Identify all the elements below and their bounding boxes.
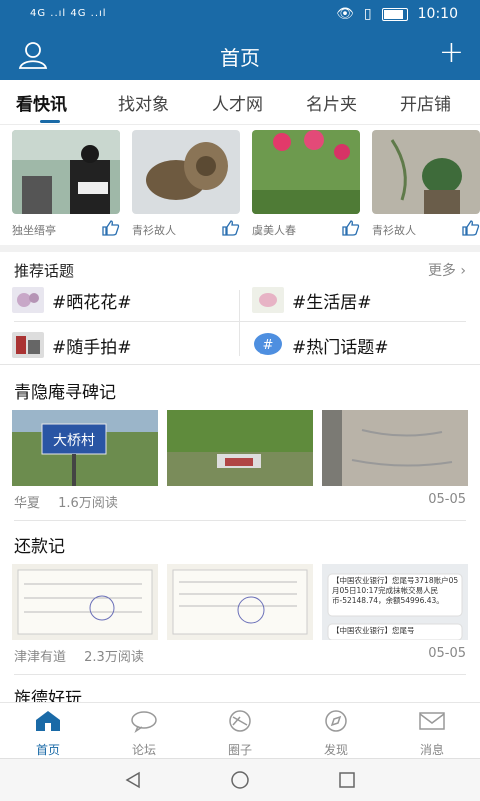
article-reads: 2.3万阅读	[84, 650, 144, 665]
topic-label: #晒花花#	[52, 292, 132, 313]
system-nav-bar	[0, 758, 480, 801]
photo-author: 青衫故人	[132, 224, 176, 237]
photo-card[interactable]: 独坐缙亭	[12, 130, 120, 240]
tab-jobs[interactable]: 人才网	[212, 90, 263, 115]
nav-label: 消息	[419, 743, 444, 757]
nav-label: 圈子	[227, 743, 252, 757]
page-title: 首页	[220, 46, 260, 70]
thumbs-up-icon[interactable]	[102, 220, 120, 236]
photo-card[interactable]: 虞美人春	[252, 130, 360, 240]
article-images: 大桥村	[12, 410, 468, 486]
signal-indicator: 4G ..ıl 4G ..ıl	[30, 8, 107, 19]
topic-row-divider	[14, 321, 466, 322]
nav-circle[interactable]: 圈子	[192, 709, 288, 758]
photo-author: 青衫故人	[372, 224, 416, 237]
article-item[interactable]: 青隐庵寻碑记 大桥村 华夏 1.6万阅读 05-05	[0, 366, 480, 520]
topic-thumbnail	[252, 287, 284, 313]
thumbs-up-icon[interactable]	[342, 220, 360, 236]
tab-bar: 看快讯 找对象 人才网 名片夹 开店铺	[0, 80, 480, 125]
photo-author: 独坐缙亭	[12, 224, 56, 237]
tab-dating[interactable]: 找对象	[118, 90, 169, 115]
photo-strip: 独坐缙亭 青衫故人 虞美人春 青衫故人	[0, 126, 480, 244]
sms-text: 【中国农业银行】您尾号	[332, 626, 415, 635]
compass-icon	[325, 710, 347, 732]
photo-thumbnail[interactable]	[372, 130, 480, 214]
topic-thumbnail	[12, 287, 44, 313]
article-image[interactable]	[322, 410, 468, 486]
bottom-nav: 首页 论坛 圈子 发现 消息	[0, 702, 480, 759]
nav-home[interactable]: 首页	[0, 709, 96, 758]
article-image[interactable]: 大桥村	[12, 410, 158, 486]
photo-card[interactable]: 青衫故人	[132, 130, 240, 240]
status-bar: 4G ..ıl 4G ..ıl 👁 ▯ 10:10	[0, 0, 480, 30]
nav-label: 首页	[35, 743, 60, 757]
photo-card[interactable]: 青衫故人	[372, 130, 480, 240]
more-link[interactable]: 更多 ›	[428, 260, 466, 280]
article-item[interactable]: 旌德好玩	[0, 674, 480, 702]
hashtag-icon: #	[252, 332, 284, 358]
home-button-icon[interactable]	[230, 771, 250, 789]
tab-indicator	[40, 120, 60, 123]
topic-label: #热门话题#	[292, 337, 389, 358]
tab-cards[interactable]: 名片夹	[306, 90, 357, 115]
article-author: 华夏	[14, 496, 41, 511]
topic-item[interactable]: #随手拍#	[12, 332, 132, 358]
circle-icon	[229, 710, 251, 732]
photo-author: 虞美人春	[252, 224, 296, 237]
nav-messages[interactable]: 消息	[384, 709, 480, 758]
article-image[interactable]	[12, 564, 158, 640]
article-reads: 1.6万阅读	[58, 496, 118, 511]
sms-text: 【中国农业银行】您尾号3718账户05月05日10:17完成抹帐交易人民币-52…	[332, 576, 459, 605]
photo-thumbnail[interactable]	[132, 130, 240, 214]
thumbs-up-icon[interactable]	[462, 220, 480, 236]
topic-item[interactable]: #生活居#	[252, 287, 372, 313]
svg-text:#: #	[263, 338, 274, 353]
nav-label: 论坛	[131, 743, 156, 757]
topic-thumbnail	[12, 332, 44, 358]
article-title[interactable]: 还款记	[14, 532, 65, 557]
photo-thumbnail[interactable]	[12, 130, 120, 214]
article-date: 05-05	[428, 646, 466, 661]
article-images: 【中国农业银行】您尾号3718账户05月05日10:17完成抹帐交易人民币-52…	[12, 564, 468, 640]
chat-bubble-icon	[131, 711, 157, 733]
topic-label: #随手拍#	[52, 337, 132, 358]
article-title[interactable]: 旌德好玩	[14, 684, 82, 702]
clock: 10:10	[417, 6, 458, 22]
article-image[interactable]: 【中国农业银行】您尾号3718账户05月05日10:17完成抹帐交易人民币-52…	[322, 564, 468, 640]
article-date: 05-05	[428, 492, 466, 507]
article-title[interactable]: 青隐庵寻碑记	[14, 378, 116, 403]
topic-item[interactable]: # #热门话题#	[252, 332, 389, 358]
section-divider	[0, 364, 480, 365]
nav-discover[interactable]: 发现	[288, 709, 384, 758]
battery-icon	[381, 7, 408, 21]
article-image[interactable]	[167, 564, 313, 640]
back-icon[interactable]	[124, 771, 142, 789]
section-divider	[0, 245, 480, 252]
sign-text: 大桥村	[53, 433, 95, 449]
nav-forum[interactable]: 论坛	[96, 709, 192, 758]
article-image[interactable]	[167, 410, 313, 486]
recommended-topics: 推荐话题 更多 › #晒花花# #生活居# #随手拍# # #热门话题#	[0, 252, 480, 362]
eye-icon: 👁	[336, 6, 354, 22]
section-title: 推荐话题	[14, 262, 75, 280]
add-icon[interactable]: +	[439, 38, 464, 68]
article-author: 津津有道	[14, 650, 67, 665]
recent-apps-icon[interactable]	[338, 771, 356, 789]
article-item[interactable]: 还款记 【中国农业银行】您尾号3718账户05月05日10:17完成抹帐交易人民…	[0, 520, 480, 674]
tab-shop[interactable]: 开店铺	[400, 90, 451, 115]
mail-icon	[419, 712, 445, 730]
photo-thumbnail[interactable]	[252, 130, 360, 214]
app-bar: 首页 +	[0, 30, 480, 80]
nav-label: 发现	[323, 743, 348, 757]
topic-label: #生活居#	[292, 292, 372, 313]
tab-news[interactable]: 看快讯	[16, 90, 67, 115]
home-icon	[36, 711, 60, 731]
vibrate-icon: ▯	[363, 6, 372, 22]
thumbs-up-icon[interactable]	[222, 220, 240, 236]
topic-item[interactable]: #晒花花#	[12, 287, 132, 313]
topic-col-divider	[239, 290, 240, 356]
